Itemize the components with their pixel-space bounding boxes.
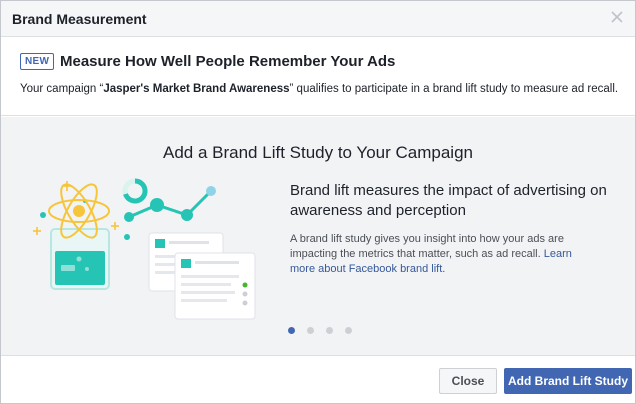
feature-carousel: Add a Brand Lift Study to Your Campaign <box>1 117 635 355</box>
brand-measurement-dialog: Brand Measurement NEW Measure How Well P… <box>0 0 636 404</box>
beaker-icon <box>50 228 110 290</box>
intro-text: Your campaign “Jasper's Market Brand Awa… <box>20 83 618 95</box>
carousel-dot-2[interactable] <box>307 327 314 334</box>
dialog-title: Brand Measurement <box>12 11 147 27</box>
dialog-footer: Close Add Brand Lift Study <box>1 355 635 403</box>
carousel-dot-3[interactable] <box>326 327 333 334</box>
line-graph-icon <box>124 186 216 222</box>
slide-body: A brand lift study gives you insight int… <box>290 232 590 277</box>
slide-headline: Brand lift measures the impact of advert… <box>290 182 607 219</box>
intro-text-after: ” qualifies to participate in a brand li… <box>289 83 619 95</box>
slide-body-text: A brand lift study gives you insight int… <box>290 233 564 260</box>
dialog-header: Brand Measurement <box>1 1 635 37</box>
brand-lift-illustration <box>33 178 256 320</box>
campaign-name: Jasper's Market Brand Awareness <box>103 83 290 95</box>
carousel-dot-1[interactable] <box>288 327 295 334</box>
carousel-heading: Add a Brand Lift Study to Your Campaign <box>163 143 473 162</box>
intro-text-before: Your campaign “ <box>20 83 104 95</box>
close-x-icon[interactable] <box>609 9 625 25</box>
carousel-dot-4[interactable] <box>345 327 352 334</box>
report-card-icon <box>148 232 256 320</box>
carousel-pagination <box>288 327 352 335</box>
add-brand-lift-study-button[interactable]: Add Brand Lift Study <box>504 368 632 394</box>
intro-title: Measure How Well People Remember Your Ad… <box>60 53 396 70</box>
new-badge: NEW <box>20 53 55 70</box>
donut-chart-icon <box>122 178 148 204</box>
close-button[interactable]: Close <box>439 368 497 394</box>
intro-section: NEW Measure How Well People Remember You… <box>1 38 635 116</box>
